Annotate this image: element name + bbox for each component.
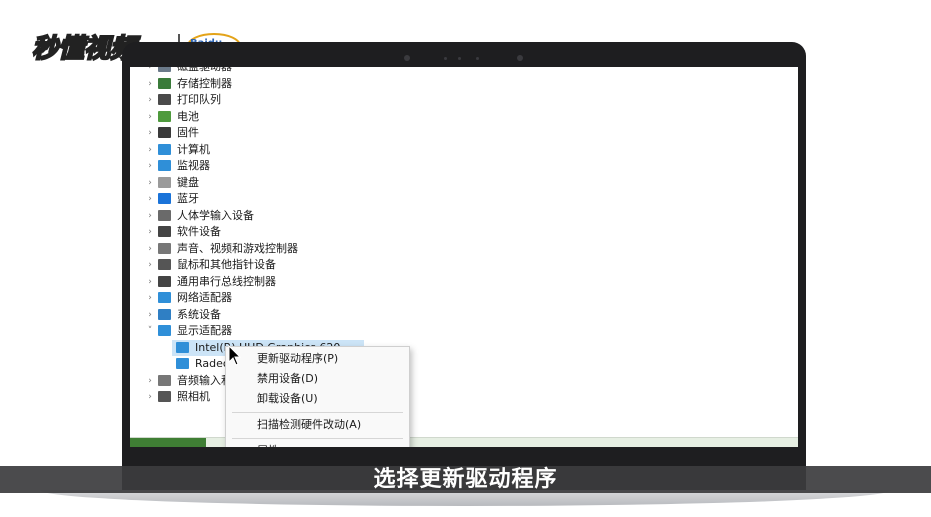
- device-label: 显示适配器: [177, 324, 232, 337]
- device-category[interactable]: › 磁盘驱动器: [130, 67, 530, 75]
- mouse-icon: [158, 259, 171, 270]
- webcam-icon: [404, 55, 410, 61]
- device-category[interactable]: › 系统设备: [130, 307, 530, 323]
- menu-item-properties[interactable]: 属性: [226, 441, 409, 447]
- device-label: 键盘: [177, 175, 199, 189]
- device-category[interactable]: › 键盘: [130, 175, 530, 191]
- chevron-right-icon[interactable]: ›: [146, 241, 154, 257]
- menu-separator: [232, 438, 403, 439]
- menu-item-uninstall-device[interactable]: 卸载设备(U): [226, 389, 409, 409]
- device-label: 蓝牙: [177, 192, 199, 205]
- sensor-icon: [444, 57, 447, 60]
- bluetooth-icon: [158, 193, 171, 204]
- device-label: 固件: [177, 126, 199, 139]
- printer-icon: [158, 94, 171, 105]
- chevron-right-icon[interactable]: ›: [146, 191, 154, 207]
- network-adapter-icon: [158, 292, 171, 303]
- device-category[interactable]: › 监视器: [130, 158, 530, 174]
- device-label: 磁盘驱动器: [177, 67, 232, 75]
- ir-camera-icon: [517, 55, 523, 61]
- menu-separator: [232, 412, 403, 413]
- storage-controller-icon: [158, 77, 171, 89]
- chevron-right-icon[interactable]: ›: [146, 142, 154, 158]
- chevron-right-icon[interactable]: ›: [146, 290, 154, 306]
- device-category[interactable]: ˅ 显示适配器: [130, 323, 530, 339]
- device-category[interactable]: › 软件设备: [130, 224, 530, 240]
- device-label: 通用串行总线控制器: [177, 274, 276, 288]
- chevron-right-icon[interactable]: ›: [146, 175, 154, 191]
- chevron-right-icon[interactable]: ›: [146, 224, 154, 240]
- sensor-icon: [476, 57, 479, 60]
- context-menu: 更新驱动程序(P) 禁用设备(D) 卸载设备(U) 扫描检测硬件改动(A) 属性: [225, 346, 410, 447]
- device-category[interactable]: › 鼠标和其他指针设备: [130, 257, 530, 273]
- subtitle-caption: 选择更新驱动程序: [373, 467, 558, 492]
- device-label: 存储控制器: [177, 76, 232, 90]
- sensor-icon: [458, 57, 461, 60]
- brand-logo-text: 秒懂视频: [31, 33, 137, 65]
- chevron-right-icon[interactable]: ›: [146, 307, 154, 323]
- display-adapter-icon: [176, 358, 189, 369]
- disk-drive-icon: [158, 67, 171, 72]
- device-label: 网络适配器: [177, 291, 232, 304]
- monitor-icon: [158, 160, 171, 171]
- device-label: 人体学输入设备: [177, 208, 254, 222]
- device-category[interactable]: › 网络适配器: [130, 290, 530, 306]
- chevron-right-icon[interactable]: ›: [146, 125, 154, 141]
- usb-icon: [158, 275, 171, 287]
- system-device-icon: [158, 308, 171, 320]
- chevron-right-icon[interactable]: ›: [146, 373, 154, 389]
- device-category[interactable]: › 声音、视频和游戏控制器: [130, 241, 530, 257]
- chevron-right-icon[interactable]: ›: [146, 274, 154, 290]
- device-label: 声音、视频和游戏控制器: [177, 241, 298, 255]
- chevron-right-icon[interactable]: ›: [146, 389, 154, 405]
- chevron-right-icon[interactable]: ›: [146, 208, 154, 224]
- chevron-right-icon[interactable]: ›: [146, 158, 154, 174]
- taskbar-app-button[interactable]: [130, 438, 206, 447]
- chevron-right-icon[interactable]: ›: [146, 76, 154, 92]
- device-category[interactable]: › 电池: [130, 109, 530, 125]
- menu-item-update-driver[interactable]: 更新驱动程序(P): [226, 349, 409, 369]
- chevron-right-icon[interactable]: ›: [146, 109, 154, 125]
- computer-icon: [158, 143, 171, 155]
- device-category[interactable]: › 固件: [130, 125, 530, 141]
- mouse-cursor-icon: [228, 345, 242, 366]
- device-label: 打印队列: [177, 93, 221, 106]
- device-label: 监视器: [177, 159, 210, 172]
- device-label: 软件设备: [177, 225, 221, 238]
- device-label: 电池: [177, 109, 199, 123]
- chevron-down-icon[interactable]: ˅: [146, 323, 154, 339]
- device-label: 系统设备: [177, 307, 221, 321]
- display-adapter-icon: [176, 341, 189, 353]
- device-category[interactable]: › 人体学输入设备: [130, 208, 530, 224]
- chevron-right-icon[interactable]: ›: [146, 67, 154, 75]
- chevron-right-icon[interactable]: ›: [146, 257, 154, 273]
- device-category[interactable]: › 蓝牙: [130, 191, 530, 207]
- firmware-icon: [158, 127, 171, 138]
- camera-icon: [158, 391, 171, 402]
- device-label: 计算机: [177, 142, 210, 156]
- display-adapter-icon: [158, 325, 171, 336]
- keyboard-icon: [158, 176, 171, 188]
- device-category[interactable]: › 计算机: [130, 142, 530, 158]
- device-manager-window: › 磁盘驱动器 › 存储控制器 › 打印队列 › 电池 › 固件 › 计算机 › 监视器 › 键盘 › 蓝牙 › 人体…: [130, 67, 798, 447]
- speaker-icon: [158, 242, 171, 254]
- battery-icon: [158, 110, 171, 122]
- device-category[interactable]: › 存储控制器: [130, 76, 530, 92]
- device-category[interactable]: › 打印队列: [130, 92, 530, 108]
- chevron-right-icon[interactable]: ›: [146, 92, 154, 108]
- menu-item-scan-hardware[interactable]: 扫描检测硬件改动(A): [226, 415, 409, 435]
- software-device-icon: [158, 226, 171, 237]
- menu-item-disable-device[interactable]: 禁用设备(D): [226, 369, 409, 389]
- device-label: 鼠标和其他指针设备: [177, 258, 276, 271]
- device-category[interactable]: › 通用串行总线控制器: [130, 274, 530, 290]
- device-label: 照相机: [177, 390, 210, 403]
- audio-io-icon: [158, 374, 171, 386]
- hid-icon: [158, 209, 171, 221]
